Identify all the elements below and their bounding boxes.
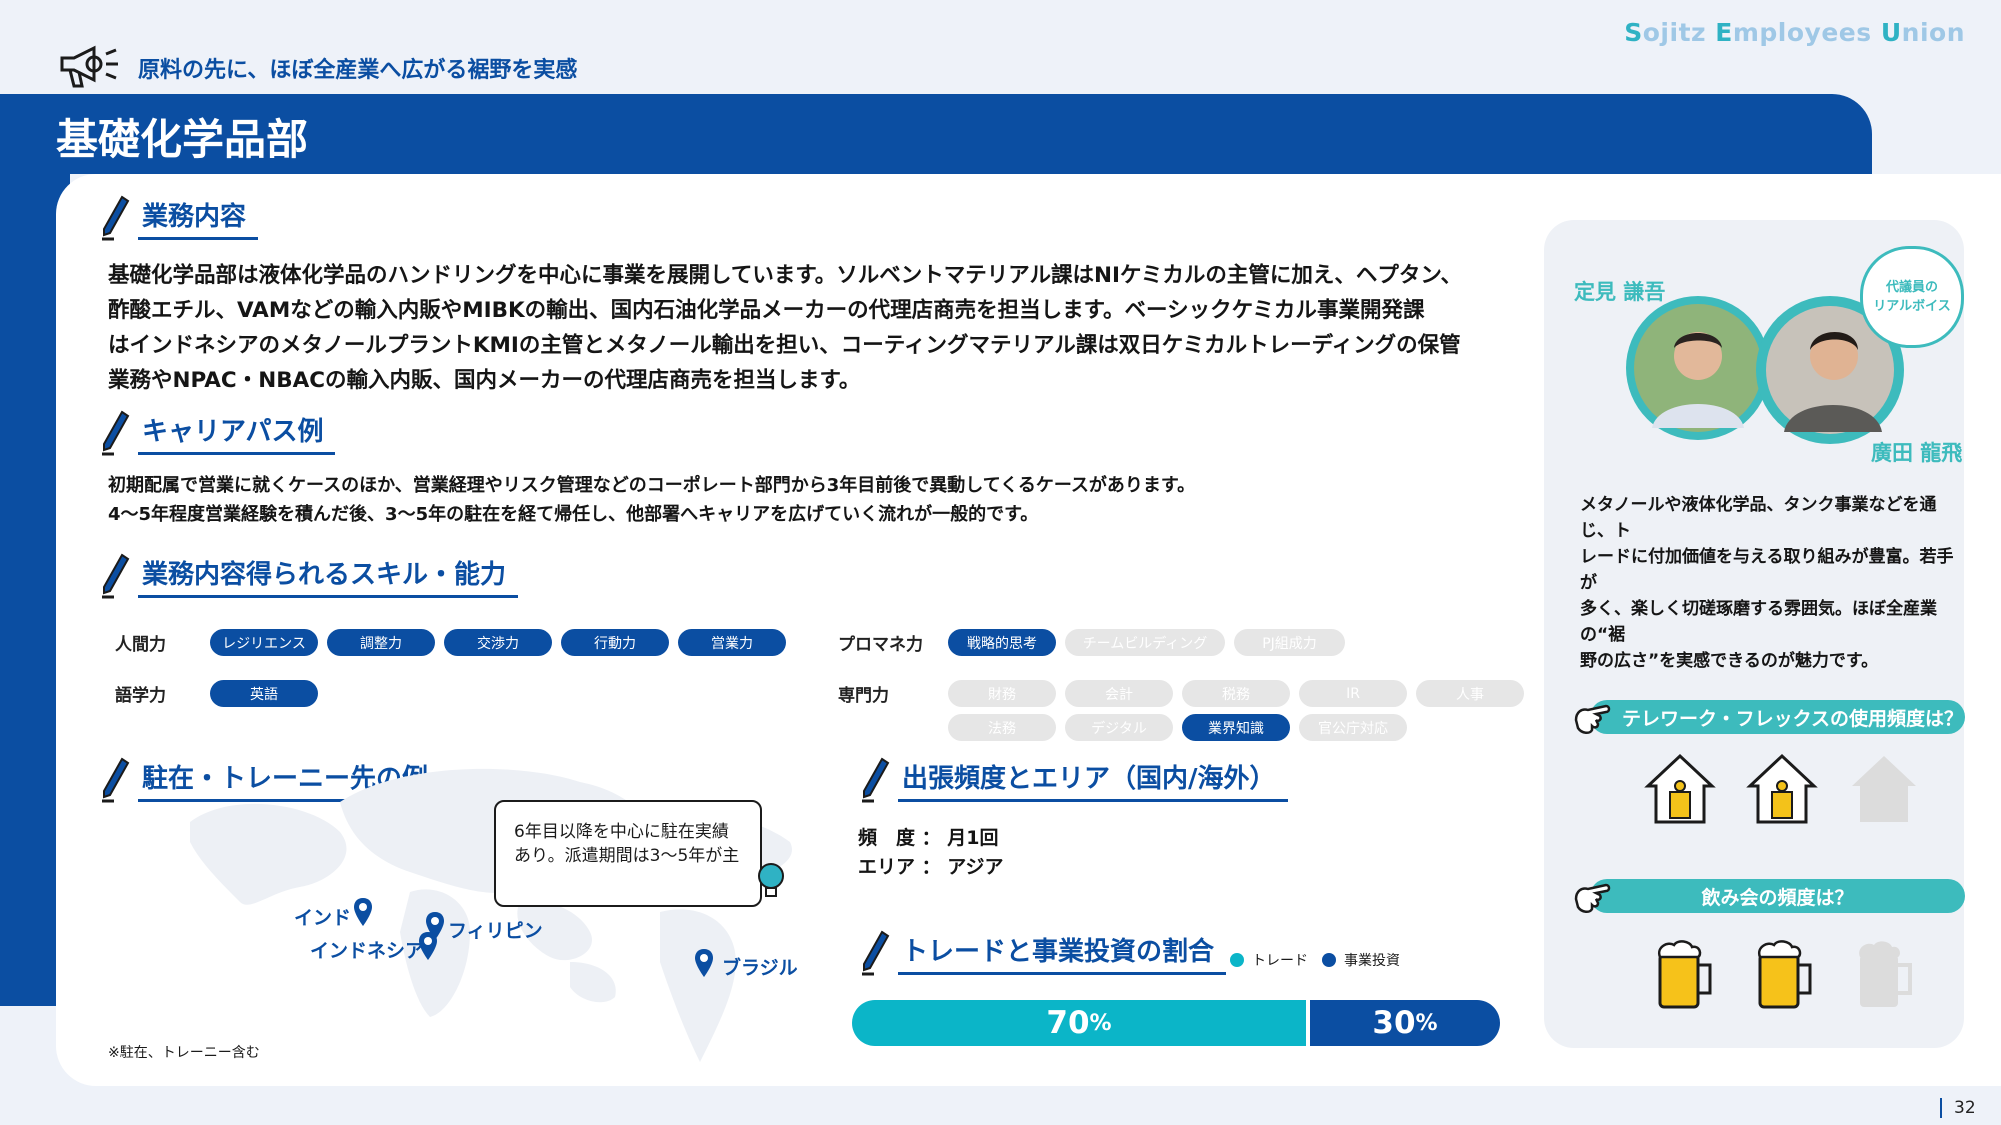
section-heading-skills: 業務内容得られるスキル・能力 [100, 553, 519, 599]
legend-swatch-trade [1230, 953, 1244, 967]
pin-icon [354, 898, 372, 926]
section-heading-work: 業務内容 [100, 195, 259, 241]
brand-logo: Sojitz Employees Union [1624, 18, 1965, 47]
skill-row-expert: 専門力 財務 会計 税務 IR 人事 [838, 680, 1533, 707]
skill-pill: レジリエンス [210, 629, 318, 656]
beer-mug-icon [1859, 941, 1912, 1007]
legend-invest: 事業投資 [1344, 953, 1400, 969]
skill-pill: 英語 [210, 680, 318, 707]
skill-label: 語学力 [115, 686, 166, 706]
pen-icon [862, 757, 890, 803]
skill-pill: 法務 [948, 714, 1056, 741]
skill-row-human: 人間力 レジリエンス 調整力 交渉力 行動力 営業力 [115, 629, 795, 656]
house-icon [1746, 753, 1818, 824]
ratio-bar-trade: 70% [852, 1000, 1306, 1046]
skill-row-language: 語学力 英語 [115, 680, 327, 707]
skill-pill: 戦略的思考 [948, 629, 1056, 656]
page-number: 32 [1940, 1098, 1976, 1118]
pin-icon [695, 949, 713, 977]
voice-comment: メタノールや液体化学品、タンク事業などを通じ、ト レードに付加価値を与える取り組… [1580, 495, 1954, 671]
place-india: インド [294, 907, 352, 929]
beer-mug-icon [1657, 940, 1712, 1009]
skill-pill: PJ組成力 [1234, 629, 1345, 656]
skill-pill: デジタル [1065, 714, 1173, 741]
skill-pill: 業界知識 [1182, 714, 1290, 741]
skill-pill: 会計 [1065, 680, 1173, 707]
house-icon [1644, 753, 1716, 824]
skill-label: 人間力 [115, 635, 166, 655]
skill-row-expert-2: 法務 デジタル 業界知識 官公庁対応 [948, 714, 1416, 741]
lightbulb-icon [758, 863, 784, 897]
page-subtitle: 原料の先に、ほぼ全産業へ広がる裾野を実感 [138, 58, 578, 83]
skill-pill: 行動力 [561, 629, 669, 656]
pointing-hand-icon [1574, 704, 1611, 734]
skill-pill: 税務 [1182, 680, 1290, 707]
posting-note: ※駐在、トレーニー含む [108, 1045, 260, 1061]
legend-trade: トレード [1252, 953, 1308, 969]
skill-pill: チームビルディング [1065, 629, 1225, 656]
skill-label: プロマネ力 [838, 635, 923, 655]
place-philippines: フィリピン [448, 920, 543, 942]
skill-pill: 官公庁対応 [1299, 714, 1407, 741]
legend-swatch-invest [1322, 953, 1336, 967]
telework-rating [1644, 752, 1920, 826]
question-drinks: 飲み会の頻度は？ [1590, 879, 1965, 913]
place-indonesia: インドネシア [310, 940, 425, 962]
skill-pill: 営業力 [678, 629, 786, 656]
pen-icon [102, 757, 130, 803]
avatar-photo-1 [1634, 304, 1762, 432]
skill-row-pm: プロマネ力 戦略的思考 チームビルディング PJ組成力 [838, 629, 1354, 656]
work-description: 基礎化学品部は液体化学品のハンドリングを中心に事業を展開しています。ソルベントマ… [108, 263, 1463, 393]
megaphone-icon [56, 40, 126, 94]
skill-pill: 調整力 [327, 629, 435, 656]
section-heading-career: キャリアパス例 [100, 410, 336, 456]
pen-icon [862, 930, 890, 976]
place-brazil: ブラジル [722, 957, 798, 979]
page-title: 基礎化学品部 [56, 115, 309, 164]
drinks-rating [1656, 937, 1916, 1011]
skill-pill: 財務 [948, 680, 1056, 707]
posting-speech-bubble: 6年目以降を中心に駐在実績 あり。派遣期間は3～5年が主 [494, 800, 762, 907]
trip-details: 頻 度 ： 月1回 エリア ： アジア [858, 827, 1004, 878]
skill-pill: 人事 [1416, 680, 1524, 707]
avatar [1626, 296, 1770, 440]
pen-icon [102, 553, 130, 599]
section-heading-trip: 出張頻度とエリア（国内/海外） [860, 757, 1288, 803]
ratio-legend: トレード 事業投資 [1230, 950, 1400, 970]
pen-icon [102, 195, 130, 241]
beer-mug-icon [1757, 940, 1812, 1009]
skill-pill: 交渉力 [444, 629, 552, 656]
skill-label: 専門力 [838, 686, 889, 706]
pen-icon [102, 410, 130, 456]
pointing-hand-icon [1574, 883, 1611, 913]
skill-pill: IR [1299, 680, 1407, 707]
question-telework: テレワーク・フレックスの使用頻度は？ [1590, 700, 1965, 734]
house-icon [1852, 756, 1916, 822]
section-heading-ratio: トレードと事業投資の割合 [860, 930, 1227, 976]
real-voice-badge: 代議員の リアルボイス [1860, 246, 1964, 348]
career-description: 初期配属で営業に就くケースのほか、営業経理やリスク管理などのコーポレート部門から… [108, 475, 1196, 525]
ratio-bar-invest: 30% [1310, 1000, 1500, 1046]
